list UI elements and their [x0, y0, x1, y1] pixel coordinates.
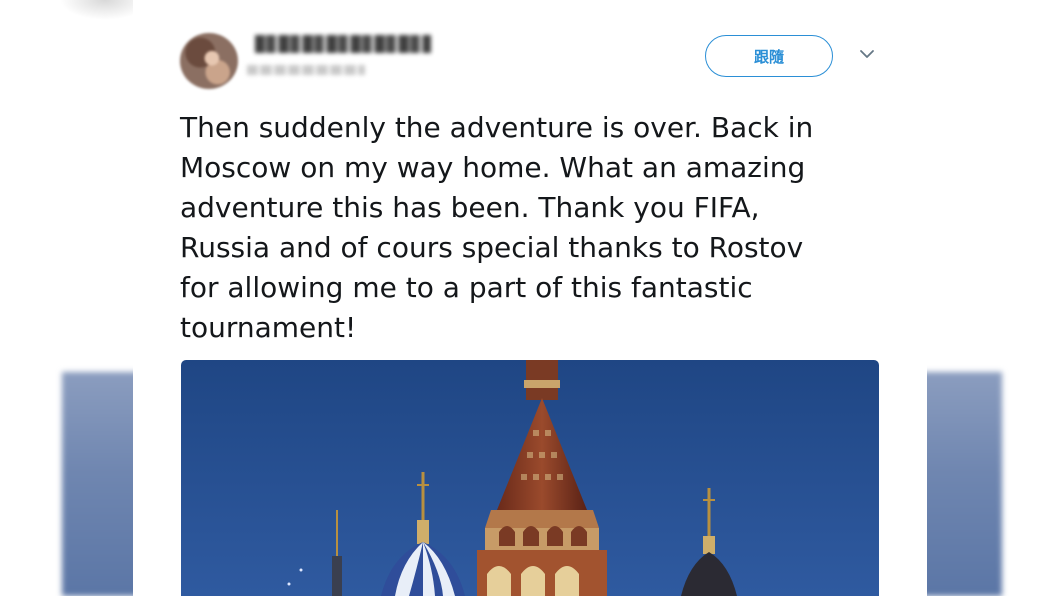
tweet-photo[interactable]: [181, 360, 879, 596]
tweet-text-line: adventure this has been. Thank you FIFA,: [180, 191, 760, 224]
tweet-text-line: for allowing me to a part of this fantas…: [180, 271, 753, 304]
chevron-down-icon[interactable]: [859, 46, 875, 62]
tweet-text-line: Russia and of cours special thanks to Ro…: [180, 231, 804, 264]
author-handle-redacted: [247, 65, 365, 75]
tweet-text-line: Moscow on my way home. What an amazing: [180, 151, 806, 184]
cathedral-photo: [181, 360, 879, 596]
tweet-text: Then suddenly the adventure is over. Bac…: [180, 108, 880, 348]
author-name-redacted[interactable]: [255, 35, 431, 53]
follow-button[interactable]: 跟隨: [705, 35, 833, 77]
tweet-card: 跟隨 Then suddenly the adventure is over. …: [133, 0, 927, 596]
avatar[interactable]: [180, 33, 238, 89]
follow-button-label: 跟隨: [753, 47, 784, 66]
tweet-text-line: Then suddenly the adventure is over. Bac…: [180, 111, 814, 144]
tweet-text-line: tournament!: [180, 311, 357, 344]
